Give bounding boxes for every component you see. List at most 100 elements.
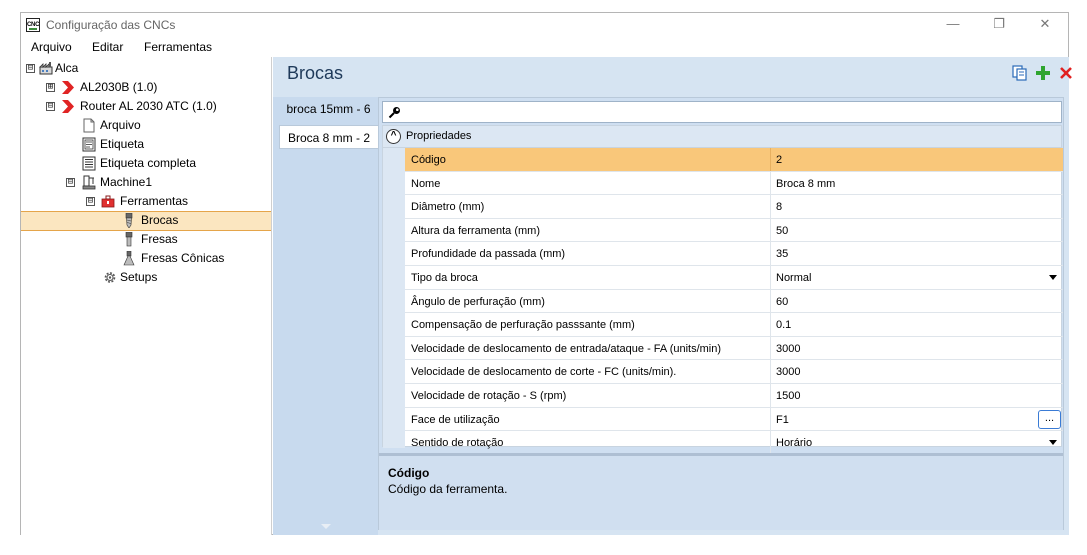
column-divider[interactable]	[770, 431, 771, 454]
column-divider[interactable]	[770, 360, 771, 383]
menu-editar[interactable]: Editar	[92, 40, 123, 54]
tree-item-label: Fresas Cônicas	[141, 251, 225, 265]
column-divider[interactable]	[770, 242, 771, 265]
collapse-toggle[interactable]: ⊟	[66, 178, 75, 187]
property-row[interactable]: Altura da ferramenta (mm) 50	[405, 218, 1063, 243]
property-row[interactable]: Nome Broca 8 mm	[405, 171, 1063, 196]
property-row[interactable]: Ângulo de perfuração (mm) 60	[405, 289, 1063, 314]
tree-item-fresas-conicas[interactable]: Fresas Cônicas	[21, 249, 271, 268]
column-divider[interactable]	[770, 171, 771, 195]
dropdown-arrow-icon[interactable]	[1049, 440, 1057, 446]
column-divider[interactable]	[770, 313, 771, 336]
property-value[interactable]: 3000	[776, 366, 800, 378]
tree-item-brocas[interactable]: Brocas	[21, 211, 271, 231]
tab-broca-15mm[interactable]: broca 15mm - 6	[279, 97, 378, 121]
property-row[interactable]: Face de utilização F1...	[405, 407, 1063, 432]
property-row[interactable]: Compensação de perfuração passsante (mm)…	[405, 313, 1063, 337]
property-value[interactable]: Horário	[776, 437, 812, 449]
property-row[interactable]: Código 2	[405, 148, 1063, 172]
collapse-toggle[interactable]: ⊟	[26, 64, 35, 73]
tree-item-label: Alca	[55, 61, 79, 75]
description-text: Código da ferramenta.	[388, 482, 508, 496]
collapse-toggle[interactable]: ⊟	[46, 102, 55, 111]
property-value[interactable]: 60	[776, 296, 788, 308]
column-divider[interactable]	[770, 266, 771, 289]
search-icon	[388, 107, 400, 119]
property-value[interactable]: 1500	[776, 390, 800, 402]
maximize-button[interactable]: ❐	[976, 13, 1022, 37]
tree-item-router-al-2030-atc[interactable]: ⊟ Router AL 2030 ATC (1.0)	[21, 97, 271, 116]
tabs-scroll-down-icon[interactable]	[321, 524, 331, 529]
column-divider[interactable]	[770, 218, 771, 242]
property-value[interactable]: Broca 8 mm	[776, 178, 835, 190]
tree-item-label: Fresas	[141, 232, 178, 246]
column-divider[interactable]	[770, 384, 771, 407]
property-name: Código	[411, 154, 446, 166]
tool-tabs: broca 15mm - 6 Broca 8 mm - 2	[273, 97, 378, 535]
tree-item-machine1[interactable]: ⊟ Machine1	[21, 173, 271, 192]
tree-item-arquivo[interactable]: Arquivo	[21, 116, 271, 135]
tab-broca-8mm[interactable]: Broca 8 mm - 2	[279, 125, 378, 149]
property-value[interactable]: 0.1	[776, 319, 791, 331]
property-value[interactable]: 50	[776, 225, 788, 237]
property-value[interactable]: 3000	[776, 343, 800, 355]
column-divider[interactable]	[770, 289, 771, 313]
dropdown-arrow-icon[interactable]	[1049, 275, 1057, 280]
property-name: Profundidade da passada (mm)	[411, 248, 566, 261]
browse-button[interactable]: ...	[1038, 409, 1061, 429]
tree-item-alca[interactable]: ⊟ Alca	[21, 59, 271, 78]
menu-arquivo[interactable]: Arquivo	[31, 40, 72, 54]
property-row[interactable]: Velocidade de deslocamento de corte - FC…	[405, 360, 1063, 384]
property-row[interactable]: Profundidade da passada (mm) 35	[405, 242, 1063, 266]
close-button[interactable]: ✕	[1022, 13, 1068, 37]
tree-item-label: Brocas	[141, 213, 179, 227]
minimize-button[interactable]: —	[930, 13, 976, 37]
menu-ferramentas[interactable]: Ferramentas	[144, 40, 212, 54]
property-row[interactable]: Velocidade de deslocamento de entrada/at…	[405, 336, 1063, 361]
property-value[interactable]: 35	[776, 248, 788, 260]
collapse-category-icon[interactable]: ^	[386, 129, 401, 144]
property-row[interactable]: Sentido de rotação Horário	[405, 431, 1063, 455]
full-label-icon	[82, 156, 96, 171]
tree-item-fresas[interactable]: Fresas	[21, 230, 271, 249]
column-divider[interactable]	[770, 148, 771, 171]
tree-item-al2030b[interactable]: ⊞ AL2030B (1.0)	[21, 78, 271, 97]
column-divider[interactable]	[770, 407, 771, 431]
property-value[interactable]: 2	[776, 154, 782, 166]
description-panel: Código Código da ferramenta.	[379, 453, 1063, 530]
category-propriedades[interactable]: ^ Propriedades	[383, 126, 1061, 148]
tree-item-etiqueta[interactable]: Etiqueta	[21, 135, 271, 154]
label-icon	[82, 137, 96, 152]
tree-item-label: AL2030B (1.0)	[80, 80, 158, 94]
property-name: Nome	[411, 177, 441, 190]
expand-toggle[interactable]: ⊞	[46, 83, 55, 92]
conical-mill-icon	[123, 251, 135, 266]
property-row[interactable]: Diâmetro (mm) 8	[405, 195, 1063, 219]
add-icon[interactable]	[1034, 64, 1052, 82]
property-row[interactable]: Velocidade de rotação - S (rpm) 1500	[405, 384, 1063, 408]
column-divider[interactable]	[770, 195, 771, 218]
property-value[interactable]: 8	[776, 201, 782, 213]
column-divider[interactable]	[770, 336, 771, 360]
property-value[interactable]: F1	[776, 414, 789, 426]
toolbox-icon	[101, 195, 115, 208]
tree-item-etiqueta-completa[interactable]: Etiqueta completa	[21, 154, 271, 173]
tree-item-label: Router AL 2030 ATC (1.0)	[80, 99, 217, 113]
property-row[interactable]: Tipo da broca Normal	[405, 266, 1063, 290]
property-name: Diâmetro (mm)	[411, 201, 485, 214]
copy-icon[interactable]	[1011, 64, 1029, 82]
property-grid: ^ Propriedades Código 2 Nome Broca 8 mm Diâm…	[382, 125, 1063, 455]
search-input[interactable]	[382, 101, 1062, 123]
window-title: Configuração das CNCs	[46, 18, 176, 32]
tree-item-label: Arquivo	[100, 118, 141, 132]
factory-icon	[39, 62, 53, 75]
property-name: Velocidade de deslocamento de corte - FC…	[411, 366, 677, 379]
tree-item-setups[interactable]: Setups	[21, 268, 271, 287]
delete-icon[interactable]	[1057, 64, 1075, 82]
collapse-toggle[interactable]: ⊟	[86, 197, 95, 206]
tree-item-ferramentas[interactable]: ⊟ Ferramentas	[21, 192, 271, 211]
property-name: Altura da ferramenta (mm)	[411, 224, 540, 237]
drill-bit-icon	[125, 213, 133, 228]
configuration-tree: ⊟ Alca ⊞ AL2030B (1.0) ⊟ Router AL 2030 …	[21, 57, 272, 535]
property-value[interactable]: Normal	[776, 272, 811, 284]
